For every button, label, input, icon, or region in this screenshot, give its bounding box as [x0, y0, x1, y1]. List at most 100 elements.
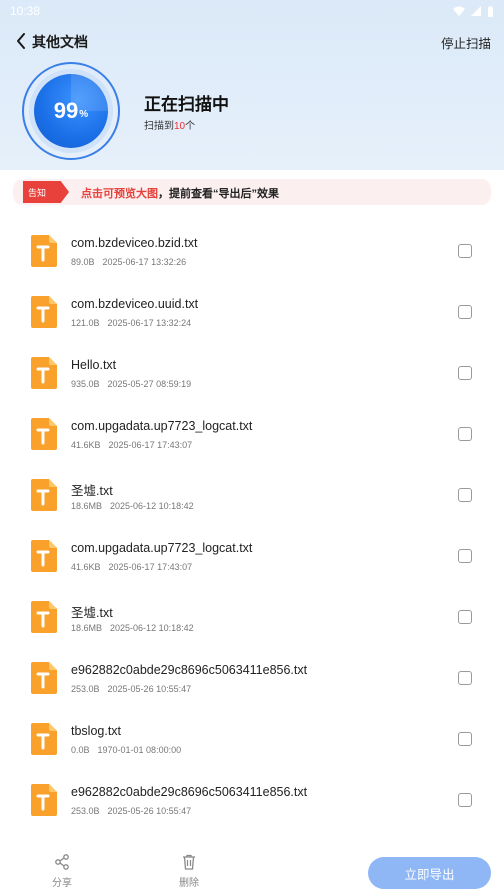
notice-text: 点击可预览大图，提前查看“导出后”效果 [81, 185, 279, 201]
file-name: tbslog.txt [71, 724, 122, 738]
file-size: 121.0B [71, 318, 100, 328]
delete-label: 删除 [179, 878, 199, 889]
file-checkbox[interactable] [458, 610, 472, 624]
delete-button[interactable]: 删除 [169, 854, 209, 889]
export-button[interactable]: 立即导出 [368, 857, 491, 889]
file-list-item[interactable]: 圣墟.txt 18.6MB 2025-06-12 10:18:42 [0, 463, 504, 524]
file-checkbox[interactable] [458, 549, 472, 563]
signal-icon [471, 6, 481, 16]
file-time: 2025-05-26 10:55:47 [107, 684, 192, 694]
notice-rest: ，提前查看“导出后”效果 [158, 188, 279, 200]
txt-file-icon [31, 540, 57, 572]
file-checkbox[interactable] [458, 244, 472, 258]
file-meta: 41.6KB 2025-06-17 17:43:07 [71, 440, 192, 450]
notice-tag: 告知 [23, 181, 69, 203]
share-label: 分享 [52, 878, 72, 889]
wifi-icon [453, 6, 465, 16]
file-name: Hello.txt [71, 358, 117, 372]
file-meta: 18.6MB 2025-06-12 10:18:42 [71, 623, 194, 633]
scan-count-suffix: 个 [185, 121, 196, 132]
file-meta: 253.0B 2025-05-26 10:55:47 [71, 684, 191, 694]
file-checkbox[interactable] [458, 427, 472, 441]
share-button[interactable]: 分享 [42, 854, 82, 889]
file-size: 935.0B [71, 379, 100, 389]
file-meta: 41.6KB 2025-06-17 17:43:07 [71, 562, 192, 572]
progress-circle: 99% [34, 74, 108, 148]
file-name: com.upgadata.up7723_logcat.txt [71, 541, 253, 555]
file-name: e962882c0abde29c8696c5063411e856.txt [71, 785, 308, 799]
file-checkbox[interactable] [458, 732, 472, 746]
share-icon [55, 854, 69, 870]
file-time: 2025-06-17 17:43:07 [108, 440, 193, 450]
trash-icon [183, 854, 195, 870]
file-time: 2025-06-12 10:18:42 [110, 623, 194, 633]
scan-count-prefix: 扫描到 [144, 121, 174, 132]
file-list-item[interactable]: com.upgadata.up7723_logcat.txt 41.6KB 2025… [0, 402, 504, 463]
file-list-item[interactable]: tbslog.txt 0.0B 1970-01-01 08:00:00 [0, 707, 504, 768]
file-name: 圣墟.txt [71, 484, 113, 498]
file-checkbox[interactable] [458, 671, 472, 685]
txt-file-icon [31, 784, 57, 816]
file-time: 2025-06-17 17:43:07 [108, 562, 193, 572]
file-time: 2025-06-17 13:32:24 [107, 318, 192, 328]
file-list-item[interactable]: Hello.txt 935.0B 2025-05-27 08:59:19 [0, 341, 504, 402]
scan-count-value: 10 [174, 121, 186, 132]
status-time: 10:38 [10, 4, 41, 18]
notice-banner[interactable]: 告知 点击可预览大图，提前查看“导出后”效果 [13, 179, 491, 205]
file-size: 41.6KB [71, 562, 101, 572]
scan-status-title: 正在扫描中 [144, 95, 229, 114]
notice-highlight: 点击可预览大图 [81, 188, 158, 200]
txt-file-icon [31, 723, 57, 755]
scan-count-text: 扫描到10个 [144, 117, 195, 132]
file-time: 2025-06-12 10:18:42 [110, 501, 194, 511]
file-checkbox[interactable] [458, 488, 472, 502]
file-checkbox[interactable] [458, 305, 472, 319]
battery-icon [488, 5, 493, 17]
chevron-left-icon [17, 33, 25, 49]
file-meta: 121.0B 2025-06-17 13:32:24 [71, 318, 191, 328]
txt-file-icon [31, 662, 57, 694]
file-time: 2025-05-26 10:55:47 [107, 806, 192, 816]
txt-file-icon [31, 357, 57, 389]
file-name: com.bzdeviceo.bzid.txt [71, 236, 198, 250]
file-name: com.upgadata.up7723_logcat.txt [71, 419, 253, 433]
file-meta: 89.0B 2025-06-17 13:32:26 [71, 257, 186, 267]
file-name: e962882c0abde29c8696c5063411e856.txt [71, 663, 308, 677]
file-name: 圣墟.txt [71, 606, 113, 620]
file-list-item[interactable]: com.upgadata.up7723_logcat.txt 41.6KB 2025… [0, 524, 504, 585]
scan-header: 10:38 其他文档 停止扫描 99% 正在扫描中 扫描到10个 [0, 0, 504, 170]
file-checkbox[interactable] [458, 366, 472, 380]
back-button[interactable] [12, 30, 30, 52]
file-meta: 18.6MB 2025-06-12 10:18:42 [71, 501, 194, 511]
file-meta: 935.0B 2025-05-27 08:59:19 [71, 379, 191, 389]
file-name: com.bzdeviceo.uuid.txt [71, 297, 199, 311]
file-size: 0.0B [71, 745, 90, 755]
progress-percent-symbol: % [79, 108, 89, 120]
file-list-item[interactable]: com.bzdeviceo.uuid.txt 121.0B 2025-06-17 1… [0, 280, 504, 341]
file-size: 253.0B [71, 806, 100, 816]
file-size: 18.6MB [71, 623, 103, 633]
file-size: 253.0B [71, 684, 100, 694]
file-time: 2025-06-17 13:32:26 [102, 257, 187, 267]
file-size: 89.0B [71, 257, 95, 267]
page-title: 其他文档 [32, 34, 88, 50]
file-list-item[interactable]: 圣墟.txt 18.6MB 2025-06-12 10:18:42 [0, 585, 504, 646]
txt-file-icon [31, 418, 57, 450]
file-checkbox[interactable] [458, 793, 472, 807]
file-time: 1970-01-01 08:00:00 [97, 745, 182, 755]
progress-percent: 99 [53, 98, 79, 123]
file-list-item[interactable]: e962882c0abde29c8696c5063411e856.txt 253.… [0, 646, 504, 707]
file-time: 2025-05-27 08:59:19 [107, 379, 192, 389]
file-size: 41.6KB [71, 440, 101, 450]
txt-file-icon [31, 479, 57, 511]
status-icons [453, 5, 494, 17]
txt-file-icon [31, 296, 57, 328]
file-meta: 253.0B 2025-05-26 10:55:47 [71, 806, 191, 816]
file-list-item[interactable]: e962882c0abde29c8696c5063411e856.txt 253.… [0, 768, 504, 829]
status-bar: 10:38 [0, 0, 504, 22]
bottom-bar: 分享 删除 立即导出 [0, 848, 504, 896]
file-meta: 0.0B 1970-01-01 08:00:00 [71, 745, 181, 755]
file-size: 18.6MB [71, 501, 103, 511]
file-list-item[interactable]: com.bzdeviceo.bzid.txt 89.0B 2025-06-17 13… [0, 219, 504, 280]
stop-scan-button[interactable]: 停止扫描 [441, 33, 491, 52]
